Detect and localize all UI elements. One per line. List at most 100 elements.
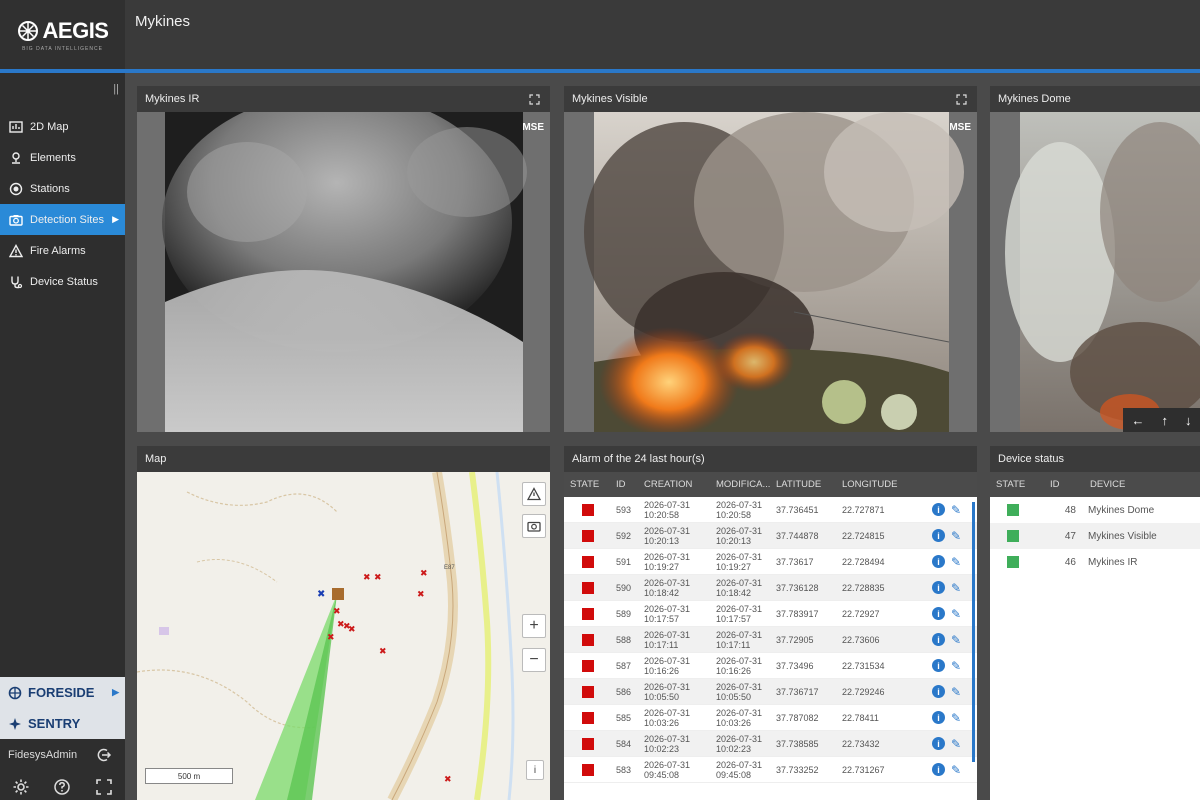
table-row[interactable]: 47 Mykines Visible	[990, 523, 1200, 549]
edit-pencil-icon[interactable]: ✎	[951, 581, 961, 595]
sidebar-item-2d-map[interactable]: 2D Map	[0, 111, 125, 142]
alarm-state-indicator	[582, 581, 594, 594]
camera-feed[interactable]: MSE	[137, 112, 550, 432]
camera-panel-dome: Mykines Dome ← ↑ ↓	[990, 86, 1200, 432]
row-actions: i ✎	[926, 529, 961, 543]
table-row[interactable]: 589 2026-07-31 10:17:57 2026-07-31 10:17:57 3…	[564, 601, 977, 627]
latitude-cell: 37.783917	[776, 608, 819, 619]
table-row[interactable]: 588 2026-07-31 10:17:11 2026-07-31 10:17:11 3…	[564, 627, 977, 653]
table-row[interactable]: 48 Mykines Dome	[990, 497, 1200, 523]
sidebar-item-stations[interactable]: Stations	[0, 173, 125, 204]
alarm-state-indicator	[582, 633, 594, 646]
column-header-creation[interactable]: CREATION	[638, 479, 710, 490]
table-row[interactable]: 583 2026-07-31 09:45:08 2026-07-31 09:45:08 3…	[564, 757, 977, 783]
sidebar-item-detection-sites[interactable]: Detection Sites ▶	[0, 204, 125, 235]
table-row[interactable]: 585 2026-07-31 10:03:26 2026-07-31 10:03:26 3…	[564, 705, 977, 731]
gear-icon[interactable]	[12, 778, 30, 796]
info-icon[interactable]: i	[932, 633, 945, 646]
column-header-state[interactable]: STATE	[990, 479, 1044, 490]
info-icon[interactable]: i	[932, 555, 945, 568]
sentry-brand-link[interactable]: SENTRY	[0, 708, 125, 739]
camera-feed[interactable]: ← ↑ ↓	[990, 112, 1200, 432]
table-row[interactable]: 593 2026-07-31 10:20:58 2026-07-31 10:20:58 3…	[564, 497, 977, 523]
column-header-id[interactable]: ID	[1044, 479, 1084, 490]
zoom-out-button[interactable]: −	[522, 648, 546, 672]
arrow-up-icon[interactable]: ↑	[1162, 413, 1169, 428]
product-switcher: FORESIDE ▶ SENTRY	[0, 677, 125, 739]
camera-layer-button[interactable]	[522, 514, 546, 538]
column-header-longitude[interactable]: LONGITUDE	[836, 479, 926, 490]
chevron-right-icon: ▶	[112, 214, 119, 224]
modified-time: 10:02:23	[716, 743, 752, 754]
arrow-down-icon[interactable]: ↓	[1185, 413, 1192, 428]
edit-pencil-icon[interactable]: ✎	[951, 659, 961, 673]
map-info-button[interactable]: i	[526, 760, 544, 780]
alarm-layer-button[interactable]	[522, 482, 546, 506]
camera-feed[interactable]: MSE	[564, 112, 977, 432]
expand-icon[interactable]	[956, 94, 967, 105]
column-header-modified[interactable]: MODIFICA...	[710, 479, 770, 490]
sidebar-item-elements[interactable]: Elements	[0, 142, 125, 173]
fullscreen-icon[interactable]	[95, 778, 113, 796]
ptz-controls: ← ↑ ↓	[1123, 408, 1200, 432]
edit-pencil-icon[interactable]: ✎	[951, 555, 961, 569]
edit-pencil-icon[interactable]: ✎	[951, 529, 961, 543]
column-header-state[interactable]: STATE	[564, 479, 610, 490]
column-header-latitude[interactable]: LATITUDE	[770, 479, 836, 490]
info-icon[interactable]: i	[932, 503, 945, 516]
sidebar-item-fire-alarms[interactable]: Fire Alarms	[0, 235, 125, 266]
info-icon[interactable]: i	[932, 685, 945, 698]
alarm-state-indicator	[582, 737, 594, 750]
sidebar-collapse-button[interactable]: ||	[113, 83, 119, 95]
info-icon[interactable]: i	[932, 711, 945, 724]
modified-date: 2026-07-31	[716, 655, 763, 666]
alarm-state-indicator	[582, 503, 594, 516]
sidebar-item-device-status[interactable]: Device Status	[0, 266, 125, 297]
edit-pencil-icon[interactable]: ✎	[951, 633, 961, 647]
creation-cell: 2026-07-31 10:17:11	[638, 630, 710, 650]
info-icon[interactable]: i	[932, 581, 945, 594]
edit-pencil-icon[interactable]: ✎	[951, 711, 961, 725]
help-icon[interactable]	[53, 778, 71, 796]
info-icon[interactable]: i	[932, 659, 945, 672]
foreside-brand-link[interactable]: FORESIDE ▶	[0, 677, 125, 708]
expand-icon[interactable]	[529, 94, 540, 105]
column-header-device[interactable]: DEVICE	[1084, 479, 1184, 490]
alarm-table-header: STATE ID CREATION MODIFICA... LATITUDE L…	[564, 472, 977, 497]
edit-pencil-icon[interactable]: ✎	[951, 503, 961, 517]
table-row[interactable]: 584 2026-07-31 10:02:23 2026-07-31 10:02:23 3…	[564, 731, 977, 757]
scrollbar[interactable]	[972, 502, 975, 762]
map-scale: 500 m	[145, 768, 233, 784]
sidebar-item-label: Fire Alarms	[30, 244, 86, 257]
table-row[interactable]: 586 2026-07-31 10:05:50 2026-07-31 10:05:50 3…	[564, 679, 977, 705]
table-row[interactable]: 591 2026-07-31 10:19:27 2026-07-31 10:19:27 3…	[564, 549, 977, 575]
edit-pencil-icon[interactable]: ✎	[951, 685, 961, 699]
table-row[interactable]: 592 2026-07-31 10:20:13 2026-07-31 10:20:13 3…	[564, 523, 977, 549]
aegis-logo[interactable]: AEGIS BIG DATA INTELLIGENCE	[0, 0, 125, 69]
logout-icon[interactable]	[97, 747, 113, 763]
creation-date: 2026-07-31	[644, 551, 691, 562]
zoom-in-button[interactable]: +	[522, 614, 546, 638]
info-icon[interactable]: i	[932, 737, 945, 750]
table-row[interactable]: 46 Mykines IR	[990, 549, 1200, 575]
column-header-id[interactable]: ID	[610, 479, 638, 490]
edit-pencil-icon[interactable]: ✎	[951, 737, 961, 751]
info-icon[interactable]: i	[932, 607, 945, 620]
edit-pencil-icon[interactable]: ✎	[951, 607, 961, 621]
svg-text:✖: ✖	[379, 646, 387, 656]
table-row[interactable]: 587 2026-07-31 10:16:26 2026-07-31 10:16:26 3…	[564, 653, 977, 679]
modified-cell: 2026-07-31 09:45:08	[710, 760, 770, 780]
modified-time: 10:03:26	[716, 717, 752, 728]
creation-time: 10:18:42	[644, 587, 680, 598]
logo-text: AEGIS	[42, 17, 109, 43]
map-icon	[9, 120, 23, 133]
map-canvas[interactable]: ✖ ✖ ✖ ✖ ✖ ✖ ✖ ✖ ✖ ✖ ✖ ✖ E87 + − i 500 m	[137, 472, 550, 800]
edit-pencil-icon[interactable]: ✎	[951, 763, 961, 777]
info-icon[interactable]: i	[932, 529, 945, 542]
id-cell: 593	[616, 504, 632, 515]
table-row[interactable]: 590 2026-07-31 10:18:42 2026-07-31 10:18:42 3…	[564, 575, 977, 601]
arrow-left-icon[interactable]: ←	[1132, 413, 1145, 428]
info-icon[interactable]: i	[932, 763, 945, 776]
camera-panel-ir: Mykines IR MSE	[137, 86, 550, 432]
creation-cell: 2026-07-31 10:18:42	[638, 578, 710, 598]
